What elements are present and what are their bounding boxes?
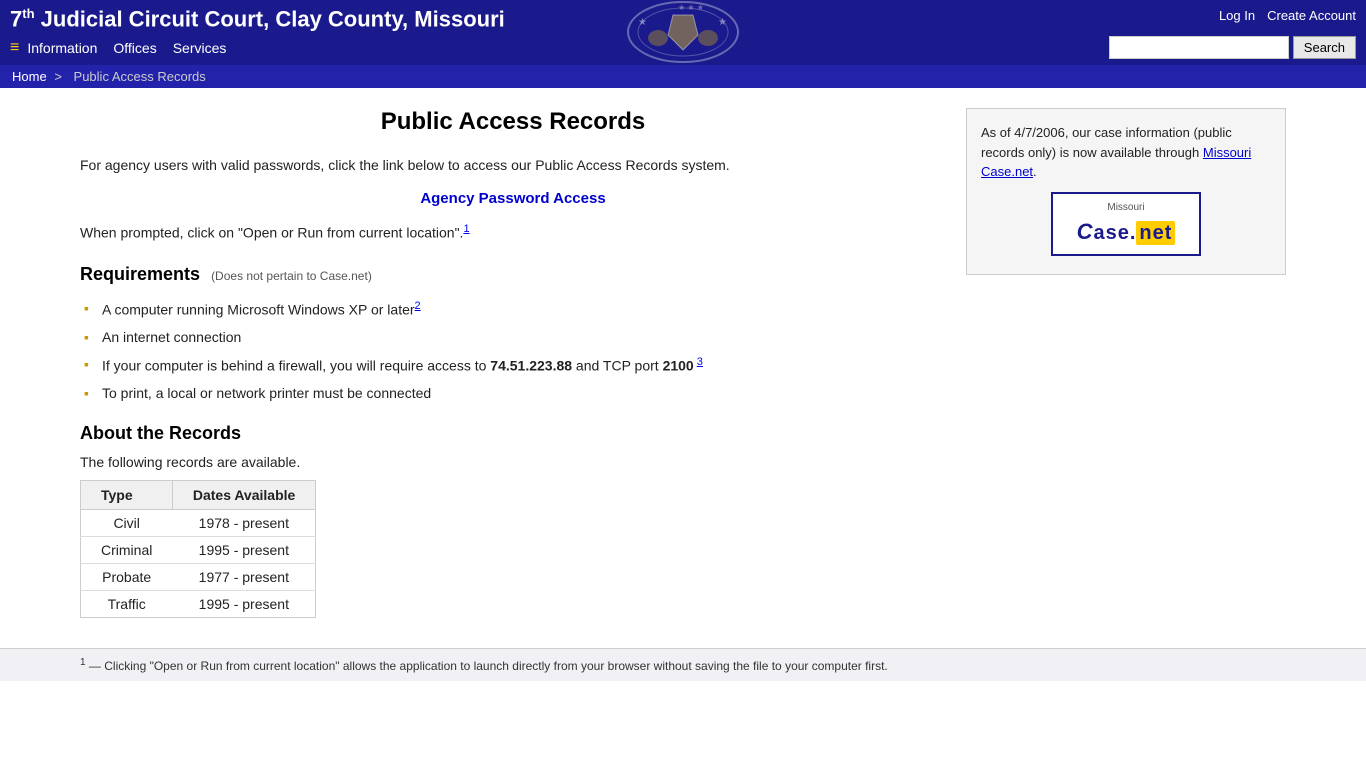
- agency-password-link[interactable]: Agency Password Access: [80, 190, 946, 207]
- type-probate: Probate: [81, 563, 173, 590]
- req-item-3: If your computer is behind a firewall, y…: [80, 351, 946, 380]
- footnote-link-3[interactable]: 3: [697, 356, 703, 368]
- type-civil: Civil: [81, 509, 173, 536]
- site-header: 7th Judicial Circuit Court, Clay County,…: [0, 0, 1366, 65]
- col-dates-header: Dates Available: [172, 480, 315, 509]
- req-item-2: An internet connection: [80, 324, 946, 351]
- requirements-heading: Requirements (Does not pertain to Case.n…: [80, 264, 946, 285]
- table-row: Probate 1977 - present: [81, 563, 316, 590]
- breadcrumb-home[interactable]: Home: [12, 69, 47, 84]
- table-header-row: Type Dates Available: [81, 480, 316, 509]
- table-row: Civil 1978 - present: [81, 509, 316, 536]
- dates-criminal: 1995 - present: [172, 536, 315, 563]
- footnote-ref-2: 2: [415, 300, 421, 312]
- intro-paragraph: For agency users with valid passwords, c…: [80, 154, 946, 176]
- footnotes-area: 1 — Clicking "Open or Run from current l…: [0, 648, 1366, 681]
- dates-civil: 1978 - present: [172, 509, 315, 536]
- breadcrumb-separator: >: [54, 69, 62, 84]
- footnote-ref-3: 3: [694, 356, 703, 368]
- records-table: Type Dates Available Civil 1978 - presen…: [80, 480, 316, 618]
- table-row: Traffic 1995 - present: [81, 590, 316, 617]
- login-link[interactable]: Log In: [1219, 8, 1255, 23]
- prompt-paragraph: When prompted, click on "Open or Run fro…: [80, 221, 946, 244]
- title-prefix: 7: [10, 6, 22, 31]
- prompt-text-span: When prompted, click on "Open or Run fro…: [80, 225, 463, 241]
- title-suffix: Judicial Circuit Court, Clay County, Mis…: [35, 6, 505, 31]
- casenet-ase: ase.: [1093, 222, 1136, 244]
- requirements-subtitle: (Does not pertain to Case.net): [211, 269, 372, 283]
- footnote-1: 1 — Clicking "Open or Run from current l…: [80, 657, 1286, 673]
- requirements-list: A computer running Microsoft Windows XP …: [80, 295, 946, 406]
- about-heading: About the Records: [80, 423, 946, 444]
- dates-probate: 1977 - present: [172, 563, 315, 590]
- casenet-c: C: [1077, 219, 1094, 244]
- search-button[interactable]: Search: [1293, 36, 1356, 59]
- nav-offices[interactable]: Offices: [113, 40, 156, 56]
- title-sup: th: [22, 6, 34, 21]
- header-top: 7th Judicial Circuit Court, Clay County,…: [0, 0, 1366, 35]
- search-area: Search: [1109, 36, 1356, 59]
- table-row: Criminal 1995 - present: [81, 536, 316, 563]
- req-item-1: A computer running Microsoft Windows XP …: [80, 295, 946, 324]
- site-title-link[interactable]: 7th Judicial Circuit Court, Clay County,…: [10, 6, 505, 33]
- footnote-link-1[interactable]: 1: [463, 223, 469, 235]
- type-criminal: Criminal: [81, 536, 173, 563]
- casenet-logo: Missouri Case.net: [1051, 192, 1201, 256]
- content-area: Public Access Records For agency users w…: [80, 108, 946, 618]
- type-traffic: Traffic: [81, 590, 173, 617]
- footnote-ref-1: 1: [463, 223, 469, 235]
- menu-icon: ≡: [10, 39, 19, 57]
- sidebar: As of 4/7/2006, our case information (pu…: [966, 108, 1286, 618]
- search-input[interactable]: [1109, 36, 1289, 59]
- nav-information[interactable]: Information: [27, 40, 97, 56]
- nav-services[interactable]: Services: [173, 40, 227, 56]
- col-type-header: Type: [81, 480, 173, 509]
- breadcrumb: Home > Public Access Records: [0, 65, 1366, 88]
- sidebar-notice-text: As of 4/7/2006, our case information (pu…: [981, 123, 1271, 182]
- records-table-body: Civil 1978 - present Criminal 1995 - pre…: [81, 509, 316, 617]
- main-content: Public Access Records For agency users w…: [0, 88, 1366, 638]
- page-title: Public Access Records: [80, 108, 946, 136]
- create-account-link[interactable]: Create Account: [1267, 8, 1356, 23]
- footnote-link-2[interactable]: 2: [415, 300, 421, 312]
- dates-traffic: 1995 - present: [172, 590, 315, 617]
- casenet-logo-small-text: Missouri: [1065, 200, 1187, 215]
- casenet-logo-text: Case.net: [1077, 222, 1176, 244]
- breadcrumb-current: Public Access Records: [74, 69, 206, 84]
- about-text: The following records are available.: [80, 454, 946, 470]
- auth-links: Log In Create Account: [1219, 6, 1356, 23]
- sidebar-casenet-box: As of 4/7/2006, our case information (pu…: [966, 108, 1286, 275]
- req-item-4: To print, a local or network printer mus…: [80, 380, 946, 407]
- casenet-net: net: [1136, 221, 1175, 245]
